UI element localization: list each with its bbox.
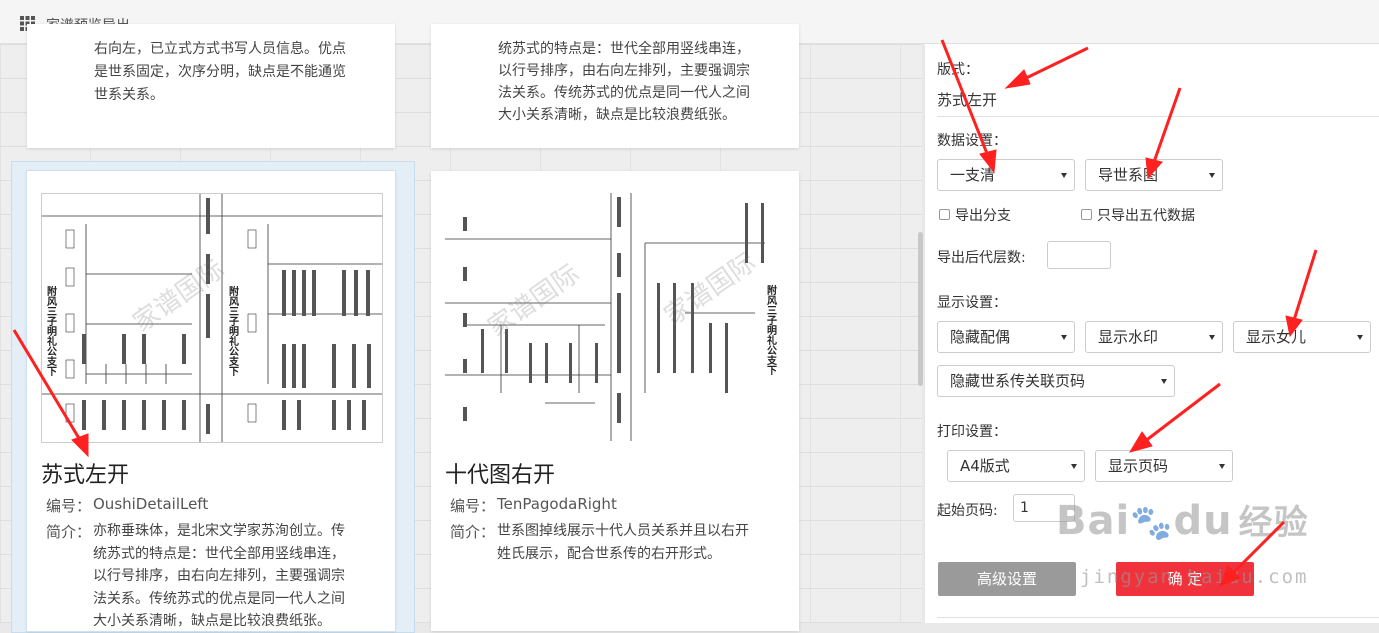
start-page-label: 起始页码: (937, 503, 998, 519)
generations-input[interactable] (1047, 241, 1111, 269)
code-label: 编号： (46, 497, 92, 515)
intro-label: 简介： (450, 523, 496, 541)
generations-label: 导出后代层数: (937, 250, 1026, 266)
chevron-down-icon (1161, 379, 1167, 384)
export-branch-checkbox[interactable]: 导出分支 (939, 205, 1011, 225)
paper-size-select[interactable]: A4版式 (947, 450, 1085, 482)
intro-label: 简介： (46, 523, 92, 541)
template-preview-image: 附风三子明礼公支下 附风三子明礼公支下 家谱国际 (41, 193, 383, 443)
layout-label: 版式： (937, 62, 979, 78)
chevron-down-icon (1209, 173, 1215, 178)
spouse-display-select[interactable]: 隐藏配偶 (937, 321, 1075, 353)
template-card-ten-right[interactable]: 附风三子明礼公支下 家谱国际 家谱国际 十代图右开 编号： TenPagodaR… (431, 171, 799, 631)
layout-value: 苏式左开 (937, 91, 998, 109)
card-desc-line: 大小关系清晰，缺点是比较浪费纸张。 (498, 107, 736, 123)
card-desc-line: 右向左，已立式方式书写人员信息。优点 (94, 41, 346, 57)
template-code: TenPagodaRight (497, 495, 617, 513)
export-type-select[interactable]: 导世系图 (1085, 159, 1223, 191)
five-generations-checkbox[interactable]: 只导出五代数据 (1081, 205, 1195, 225)
svg-text:家谱国际: 家谱国际 (483, 259, 585, 343)
template-preview-image: 附风三子明礼公支下 家谱国际 家谱国际 (445, 193, 785, 441)
template-title: 十代图右开 (445, 463, 556, 488)
svg-text:家谱国际: 家谱国际 (128, 254, 230, 338)
chevron-down-icon (1219, 464, 1225, 469)
card-desc-line: 以行号排序，由右向左排列，主要强调宗 (498, 63, 750, 79)
svg-text:附风三子明礼公支下: 附风三子明礼公支下 (45, 285, 58, 377)
genealogy-chart-preview: 附风三子明礼公支下 家谱国际 家谱国际 (445, 193, 778, 441)
chevron-down-icon (1061, 335, 1067, 340)
template-title: 苏式左开 (41, 463, 130, 488)
card-desc-line: 统苏式的特点是：世代全部用竖线串连， (498, 41, 750, 57)
svg-text:附风三子明礼公支下: 附风三子明礼公支下 (765, 284, 778, 376)
divider (937, 116, 1379, 117)
page-number-select[interactable]: 显示页码 (1095, 450, 1233, 482)
display-settings-label: 显示设置： (937, 295, 1007, 311)
template-card-top-right[interactable]: 统苏式的特点是：世代全部用竖线串连， 以行号排序，由右向左排列，主要强调宗 法关… (431, 24, 799, 148)
advanced-settings-button[interactable]: 高级设置 (938, 562, 1076, 596)
template-gallery: 右向左，已立式方式书写人员信息。优点 是世系固定，次序分明，缺点是不能通览 世系… (0, 24, 922, 633)
print-settings-label: 打印设置： (937, 424, 1007, 440)
baidu-jingyan-url: jingyan.baidu.com (1080, 566, 1309, 588)
checkbox-box[interactable] (1081, 209, 1092, 220)
card-desc-line: 是世系固定，次序分明，缺点是不能通览 (94, 64, 346, 80)
chevron-down-icon (1209, 335, 1215, 340)
watermark-display-select[interactable]: 显示水印 (1085, 321, 1223, 353)
template-card-top-left[interactable]: 右向左，已立式方式书写人员信息。优点 是世系固定，次序分明，缺点是不能通览 世系… (27, 24, 395, 148)
card-desc-line: 法关系。传统苏式的优点是同一代人之间 (498, 85, 750, 101)
checkbox-box[interactable] (939, 209, 950, 220)
code-label: 编号： (450, 497, 496, 515)
divider (937, 617, 1379, 618)
branch-select[interactable]: 一支清 (937, 159, 1075, 191)
svg-text:附风三子明礼公支下: 附风三子明礼公支下 (227, 285, 240, 377)
genealogy-chart-preview: 附风三子明礼公支下 附风三子明礼公支下 家谱国际 (42, 194, 382, 442)
chevron-down-icon (1061, 173, 1067, 178)
chevron-down-icon (1071, 464, 1077, 469)
template-card-sushi-left[interactable]: 附风三子明礼公支下 附风三子明礼公支下 家谱国际 苏式左开 编号： OushiD… (26, 170, 396, 632)
page-link-display-select[interactable]: 隐藏世系传关联页码 (937, 365, 1175, 397)
template-intro: 世系图掉线展示十代人员关系并且以右开 姓氏展示，配合世系传的右开形式。 (497, 523, 749, 562)
card-desc-line: 世系关系。 (94, 87, 164, 103)
template-code: OushiDetailLeft (93, 495, 209, 513)
data-settings-label: 数据设置： (937, 133, 1007, 149)
gallery-scrollbar[interactable] (918, 232, 923, 386)
template-intro: 亦称垂珠体，是北宋文学家苏洵创立。传 统苏式的特点是：世代全部用竖线串连， 以行… (93, 523, 345, 629)
daughter-display-select[interactable]: 显示女儿 (1233, 321, 1371, 353)
chevron-down-icon (1357, 335, 1363, 340)
baidu-jingyan-watermark: Bai🐾du 经验 (1056, 498, 1309, 544)
